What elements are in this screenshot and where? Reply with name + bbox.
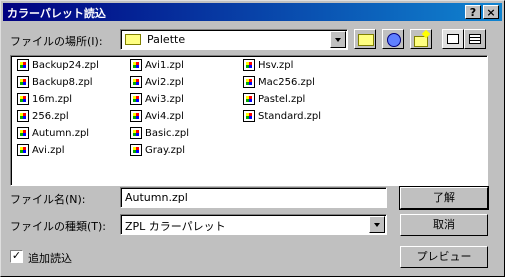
palette-file-icon [243,59,255,71]
palette-file-icon [17,93,29,105]
file-name: Gray.zpl [145,145,186,156]
filename-label: ファイル名(N): [10,193,86,206]
file-item[interactable]: Avi.zpl [17,143,65,159]
help-button[interactable]: ? [465,5,481,19]
filetype-label: ファイルの種類(T): [10,220,107,233]
filetype-value: ZPL カラーパレット [125,220,226,233]
file-name: Pastel.zpl [258,94,306,105]
file-name: Backup8.zpl [32,77,93,88]
location-dropdown-arrow[interactable] [330,31,346,48]
file-name: Avi2.zpl [145,77,184,88]
location-label: ファイルの場所(I): [10,35,103,48]
file-item[interactable]: Avi4.zpl [130,109,184,125]
details-view-icon[interactable] [464,29,486,49]
file-item[interactable]: Avi3.zpl [130,92,184,108]
up-folder-icon[interactable] [354,29,376,49]
file-name: Autumn.zpl [32,128,90,139]
palette-file-icon [17,127,29,139]
file-item[interactable]: Pastel.zpl [243,92,305,108]
file-name: 16m.zpl [32,94,73,105]
filetype-combo[interactable]: ZPL カラーパレット [120,214,387,235]
cancel-button[interactable]: 取消 [400,214,488,236]
ok-button[interactable]: 了解 [399,186,489,210]
filename-input[interactable]: Autumn.zpl [120,187,387,208]
file-name: Avi1.zpl [145,60,184,71]
file-item[interactable]: Basic.zpl [130,126,189,142]
filename-value: Autumn.zpl [125,191,188,204]
file-item[interactable]: Avi2.zpl [130,75,184,91]
folder-icon [125,34,141,45]
file-item[interactable]: 16m.zpl [17,92,72,108]
palette-file-icon [130,127,142,139]
location-combo[interactable]: Palette [120,29,348,50]
file-item[interactable]: Hsv.zpl [243,58,293,74]
palette-file-icon [243,76,255,88]
new-folder-icon[interactable] [410,29,432,49]
file-list[interactable]: Backup24.zpl Backup8.zpl 16m.zpl 256.zpl Aut… [10,55,488,186]
file-name: 256.zpl [32,111,69,122]
palette-file-icon [243,110,255,122]
location-value: Palette [147,33,186,46]
window-title: カラーパレット読込 [7,7,106,20]
file-item[interactable]: Backup24.zpl [17,58,99,74]
close-button[interactable]: × [483,5,499,19]
append-load-checkbox[interactable]: ✓ [10,250,23,263]
palette-file-icon [130,93,142,105]
file-name: Avi3.zpl [145,94,184,105]
file-name: Mac256.zpl [258,77,315,88]
palette-file-icon [130,76,142,88]
filetype-dropdown-arrow[interactable] [369,216,385,233]
palette-file-icon [130,144,142,156]
desktop-icon[interactable] [382,29,404,49]
file-name: Basic.zpl [145,128,190,139]
dialog-window: カラーパレット読込 ? × ファイルの場所(I): Palette Backup… [0,0,505,277]
file-item[interactable]: Avi1.zpl [130,58,184,74]
file-item[interactable]: Gray.zpl [130,143,185,159]
file-name: Avi.zpl [32,145,65,156]
title-bar[interactable]: カラーパレット読込 ? × [3,3,502,21]
file-item[interactable]: Backup8.zpl [17,75,93,91]
file-item[interactable]: Autumn.zpl [17,126,89,142]
append-load-label: 追加読込 [28,252,72,265]
palette-file-icon [130,59,142,71]
file-name: Standard.zpl [258,111,322,122]
palette-file-icon [130,110,142,122]
palette-file-icon [17,76,29,88]
palette-file-icon [17,144,29,156]
preview-button[interactable]: プレビュー [400,246,488,268]
file-item[interactable]: Standard.zpl [243,109,321,125]
file-item[interactable]: Mac256.zpl [243,75,315,91]
palette-file-icon [17,110,29,122]
list-view-icon[interactable] [442,29,464,49]
file-name: Avi4.zpl [145,111,184,122]
palette-file-icon [17,59,29,71]
file-name: Hsv.zpl [258,60,294,71]
file-item[interactable]: 256.zpl [17,109,69,125]
file-name: Backup24.zpl [32,60,99,71]
palette-file-icon [243,93,255,105]
